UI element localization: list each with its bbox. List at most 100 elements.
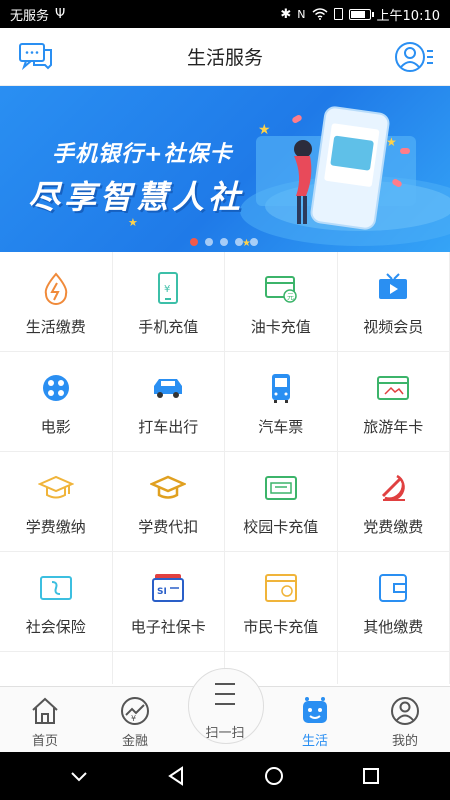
nfc-icon: N <box>297 7 306 21</box>
service-label: 党费缴费 <box>363 518 424 536</box>
top-header: 生活服务 <box>0 28 450 86</box>
service-label: 油卡充值 <box>250 318 311 336</box>
film-reel-icon <box>38 370 74 406</box>
sim-icon <box>333 8 343 20</box>
wallet-icon <box>375 570 411 606</box>
services-grid: 生活缴费 ¥ 手机充值元油卡充值 视频会员 电影 打车出行 汽车票 旅游年卡 学费缴纳 学费代扣校… <box>0 252 450 684</box>
service-label: 市民卡充值 <box>243 618 319 636</box>
service-item[interactable]: 学费代扣 <box>112 452 225 552</box>
service-item[interactable]: 旅游年卡 <box>337 352 450 452</box>
tab-profile[interactable]: 我的 <box>360 687 450 753</box>
status-bar: 无服务 Ψ ✱ N 上午10:10 <box>0 0 450 28</box>
svg-text:★: ★ <box>386 135 397 149</box>
graduation-cap-outline-icon <box>150 470 187 506</box>
user-menu-icon[interactable] <box>394 40 434 74</box>
bus-icon <box>263 370 299 406</box>
service-item[interactable]: 电影 <box>0 352 113 452</box>
page-title: 生活服务 <box>186 47 263 69</box>
service-label: 电影 <box>40 418 71 436</box>
travel-card-icon <box>375 370 411 406</box>
chevron-down-icon[interactable] <box>68 765 90 787</box>
service-item[interactable]: 视频会员 <box>337 252 450 352</box>
citizen-card-icon <box>263 570 299 606</box>
carrier-status: 无服务 <box>10 8 50 24</box>
clock: 上午10:10 <box>376 8 440 24</box>
tab-scan-label: 扫一扫 <box>205 726 245 741</box>
service-item[interactable] <box>338 652 450 684</box>
tab-finance[interactable]: ¥ 金融 <box>90 687 180 753</box>
service-label: 视频会员 <box>363 318 424 336</box>
service-label: 生活缴费 <box>25 318 86 336</box>
insurance-card-icon <box>38 570 74 606</box>
service-label: 手机充值 <box>138 318 199 336</box>
service-label: 其他缴费 <box>363 618 424 636</box>
tab-life-label: 生活 <box>301 734 328 749</box>
service-item[interactable]: 社会保险 <box>0 552 113 652</box>
recents-icon[interactable] <box>360 765 382 787</box>
carousel-dot[interactable] <box>220 238 228 246</box>
service-label: 学费代扣 <box>138 518 199 536</box>
partial-red-icon <box>38 670 74 684</box>
svg-text:SI: SI <box>157 587 167 597</box>
finance-icon: ¥ <box>121 697 149 725</box>
svg-text:¥: ¥ <box>131 714 136 723</box>
carousel-indicator <box>190 238 258 246</box>
battery-icon <box>348 8 374 20</box>
home-icon <box>32 697 58 724</box>
tab-home[interactable]: 首页 <box>0 687 90 753</box>
partial-dumbbell-icon <box>375 670 411 684</box>
svg-text:★: ★ <box>258 122 271 138</box>
service-item[interactable]: 打车出行 <box>112 352 225 452</box>
tab-home-label: 首页 <box>31 734 58 749</box>
carousel-dot[interactable] <box>190 238 198 246</box>
service-label: 校园卡充值 <box>243 518 319 536</box>
tab-finance-label: 金融 <box>121 734 148 749</box>
tab-profile-label: 我的 <box>391 734 418 749</box>
service-label: 打车出行 <box>138 418 199 436</box>
service-item[interactable]: 其他缴费 <box>337 552 450 652</box>
service-item[interactable]: 元油卡充值 <box>225 252 338 352</box>
service-item[interactable]: 汽车票 <box>225 352 338 452</box>
service-item[interactable]: 学费缴纳 <box>0 452 113 552</box>
service-item[interactable]: 市民卡充值 <box>225 552 338 652</box>
bluetooth-icon: ✱ <box>280 6 292 22</box>
partial-blue-icon <box>150 670 186 684</box>
tab-life[interactable]: 生活 <box>270 687 360 753</box>
carousel-dot[interactable] <box>205 238 213 246</box>
profile-icon <box>391 697 419 725</box>
life-icon <box>303 697 327 723</box>
system-nav-bar <box>0 752 450 800</box>
svg-text:元: 元 <box>287 293 294 301</box>
service-label: 学费缴纳 <box>25 518 86 536</box>
service-label: 社会保险 <box>25 618 86 636</box>
service-item[interactable]: ¥ 手机充值 <box>112 252 225 352</box>
back-icon[interactable] <box>165 765 187 787</box>
phone-recharge-icon: ¥ <box>150 270 186 306</box>
banner-subheadline: 尽享智慧人社 <box>28 178 245 216</box>
promo-banner[interactable]: ★ ★ ★ ★ 手机银行+社保卡 尽享智慧人社 <box>0 86 450 252</box>
service-label: 汽车票 <box>258 418 304 436</box>
fuel-card-icon: 元 <box>263 270 299 306</box>
svg-text:¥: ¥ <box>164 284 170 295</box>
banner-headline: 手机银行+社保卡 <box>52 142 233 167</box>
graduation-cap-icon <box>37 470 74 506</box>
car-icon <box>150 370 186 406</box>
service-label: 电子社保卡 <box>130 618 206 636</box>
service-item[interactable]: SI 电子社保卡 <box>112 552 225 652</box>
si-card-icon: SI <box>150 570 186 606</box>
service-item[interactable]: 校园卡充值 <box>225 452 338 552</box>
wifi-icon <box>312 8 328 20</box>
campus-card-icon <box>263 470 299 506</box>
carousel-dot[interactable] <box>250 238 258 246</box>
partial-yellow-icon <box>263 670 299 684</box>
service-item[interactable]: 党费缴费 <box>337 452 450 552</box>
service-label: 旅游年卡 <box>363 418 424 436</box>
chat-icon[interactable] <box>18 40 54 74</box>
banner-illustration: ★ ★ ★ ★ <box>128 106 450 249</box>
service-item[interactable]: 生活缴费 <box>0 252 113 352</box>
tab-scan[interactable]: 扫一扫 <box>180 683 270 752</box>
home-circle-icon[interactable] <box>263 765 285 787</box>
carousel-dot[interactable] <box>235 238 243 246</box>
scan-icon <box>215 683 235 705</box>
service-item[interactable] <box>0 652 113 684</box>
